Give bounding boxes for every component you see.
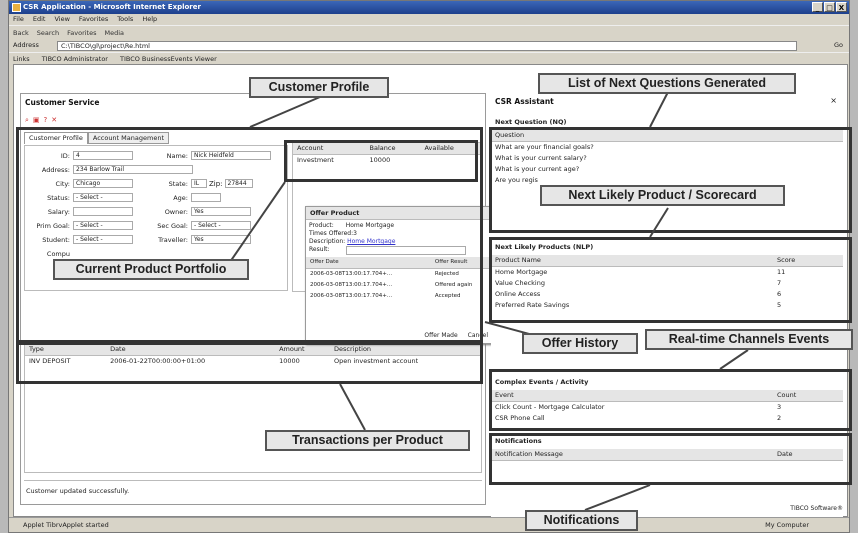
callout-offer-history: Offer History: [522, 333, 638, 354]
callout-scorecard: Next Likely Product / Scorecard: [540, 185, 785, 206]
callout-customer-profile: Customer Profile: [249, 77, 389, 98]
callout-notifications: Notifications: [525, 510, 638, 531]
callout-transactions: Transactions per Product: [265, 430, 470, 451]
callout-next-questions: List of Next Questions Generated: [538, 73, 796, 94]
callout-realtime: Real-time Channels Events: [645, 329, 853, 350]
callout-portfolio: Current Product Portfolio: [53, 259, 249, 280]
